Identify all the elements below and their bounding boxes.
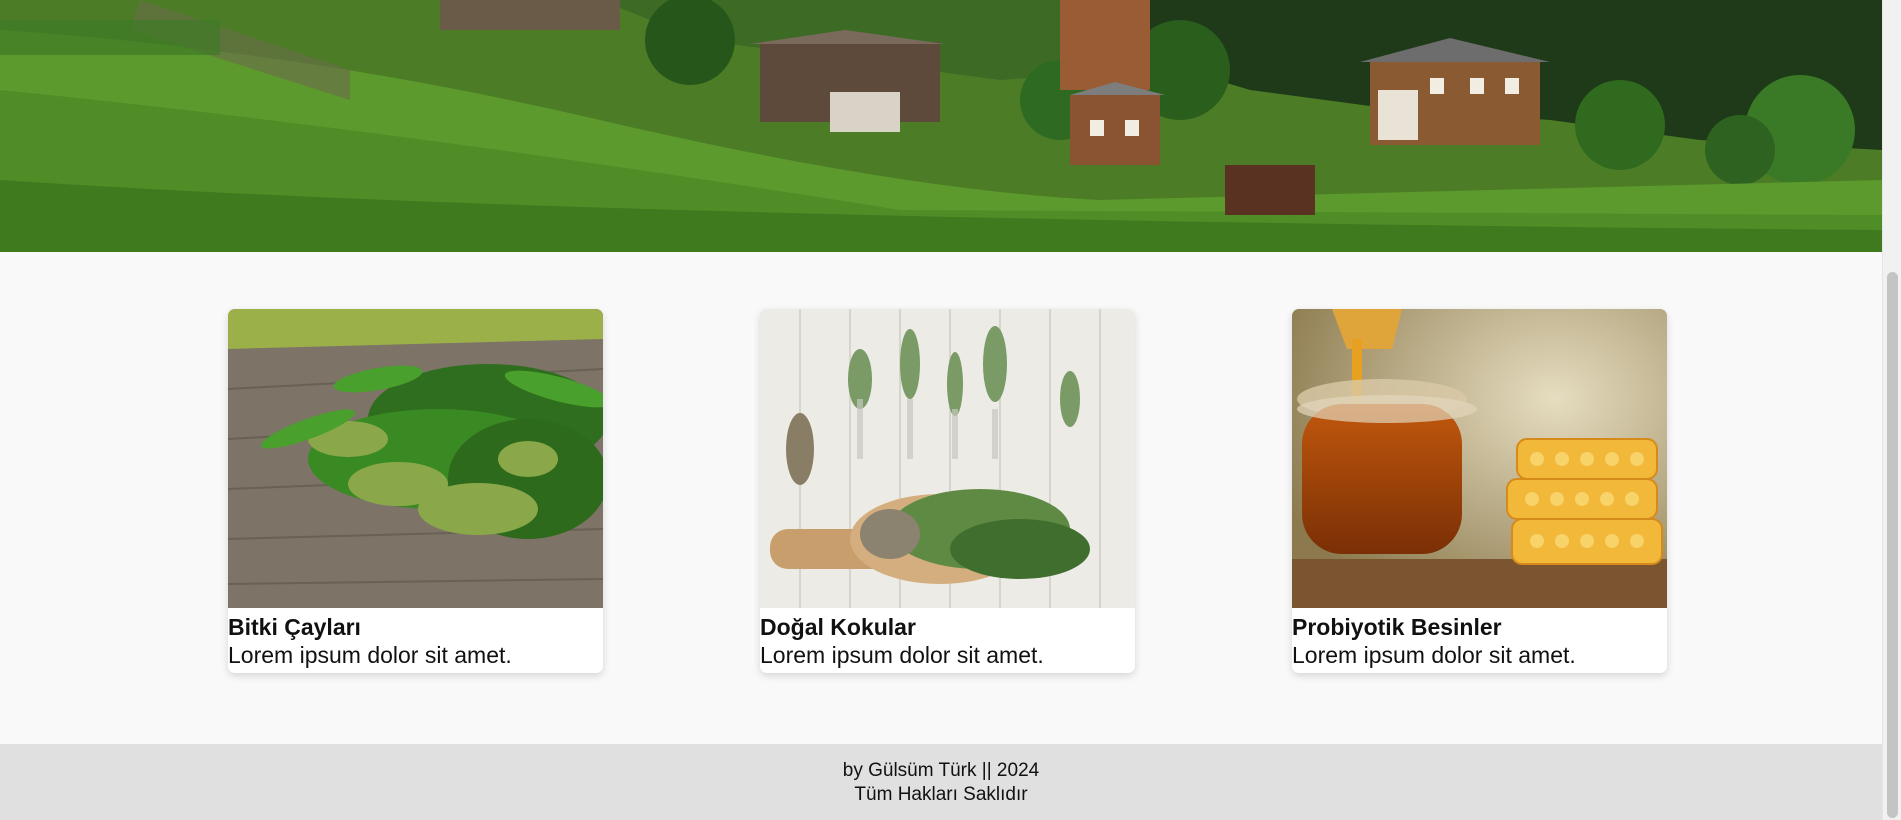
card-dogal-kokular[interactable]: Doğal Kokular Lorem ipsum dolor sit amet… bbox=[760, 309, 1135, 673]
village-landscape-illustration bbox=[0, 0, 1882, 252]
herb-sprigs-image bbox=[760, 309, 1135, 608]
site-footer: by Gülsüm Türk || 2024 Tüm Hakları Saklı… bbox=[0, 744, 1882, 820]
card-description: Lorem ipsum dolor sit amet. bbox=[228, 642, 512, 668]
footer-rights: Tüm Hakları Saklıdır bbox=[854, 784, 1028, 805]
page: Bitki Çayları Lorem ipsum dolor sit amet… bbox=[0, 0, 1882, 820]
vertical-scrollbar[interactable] bbox=[1882, 0, 1901, 820]
hero-banner-image bbox=[0, 0, 1882, 252]
card-title: Bitki Çayları bbox=[228, 614, 361, 640]
scrollbar-thumb[interactable] bbox=[1887, 272, 1898, 818]
card-title: Doğal Kokular bbox=[760, 614, 916, 640]
herb-bundle-image bbox=[228, 309, 603, 608]
card-probiyotik-besinler[interactable]: Probiyotik Besinler Lorem ipsum dolor si… bbox=[1292, 309, 1667, 673]
card-description: Lorem ipsum dolor sit amet. bbox=[760, 642, 1044, 668]
footer-credit: by Gülsüm Türk || 2024 bbox=[842, 760, 1040, 781]
product-card-list: Bitki Çayları Lorem ipsum dolor sit amet… bbox=[0, 309, 1882, 673]
card-title: Probiyotik Besinler bbox=[1292, 614, 1502, 640]
card-description: Lorem ipsum dolor sit amet. bbox=[1292, 642, 1576, 668]
card-bitki-caylari[interactable]: Bitki Çayları Lorem ipsum dolor sit amet… bbox=[228, 309, 603, 673]
honey-jar-image bbox=[1292, 309, 1667, 608]
